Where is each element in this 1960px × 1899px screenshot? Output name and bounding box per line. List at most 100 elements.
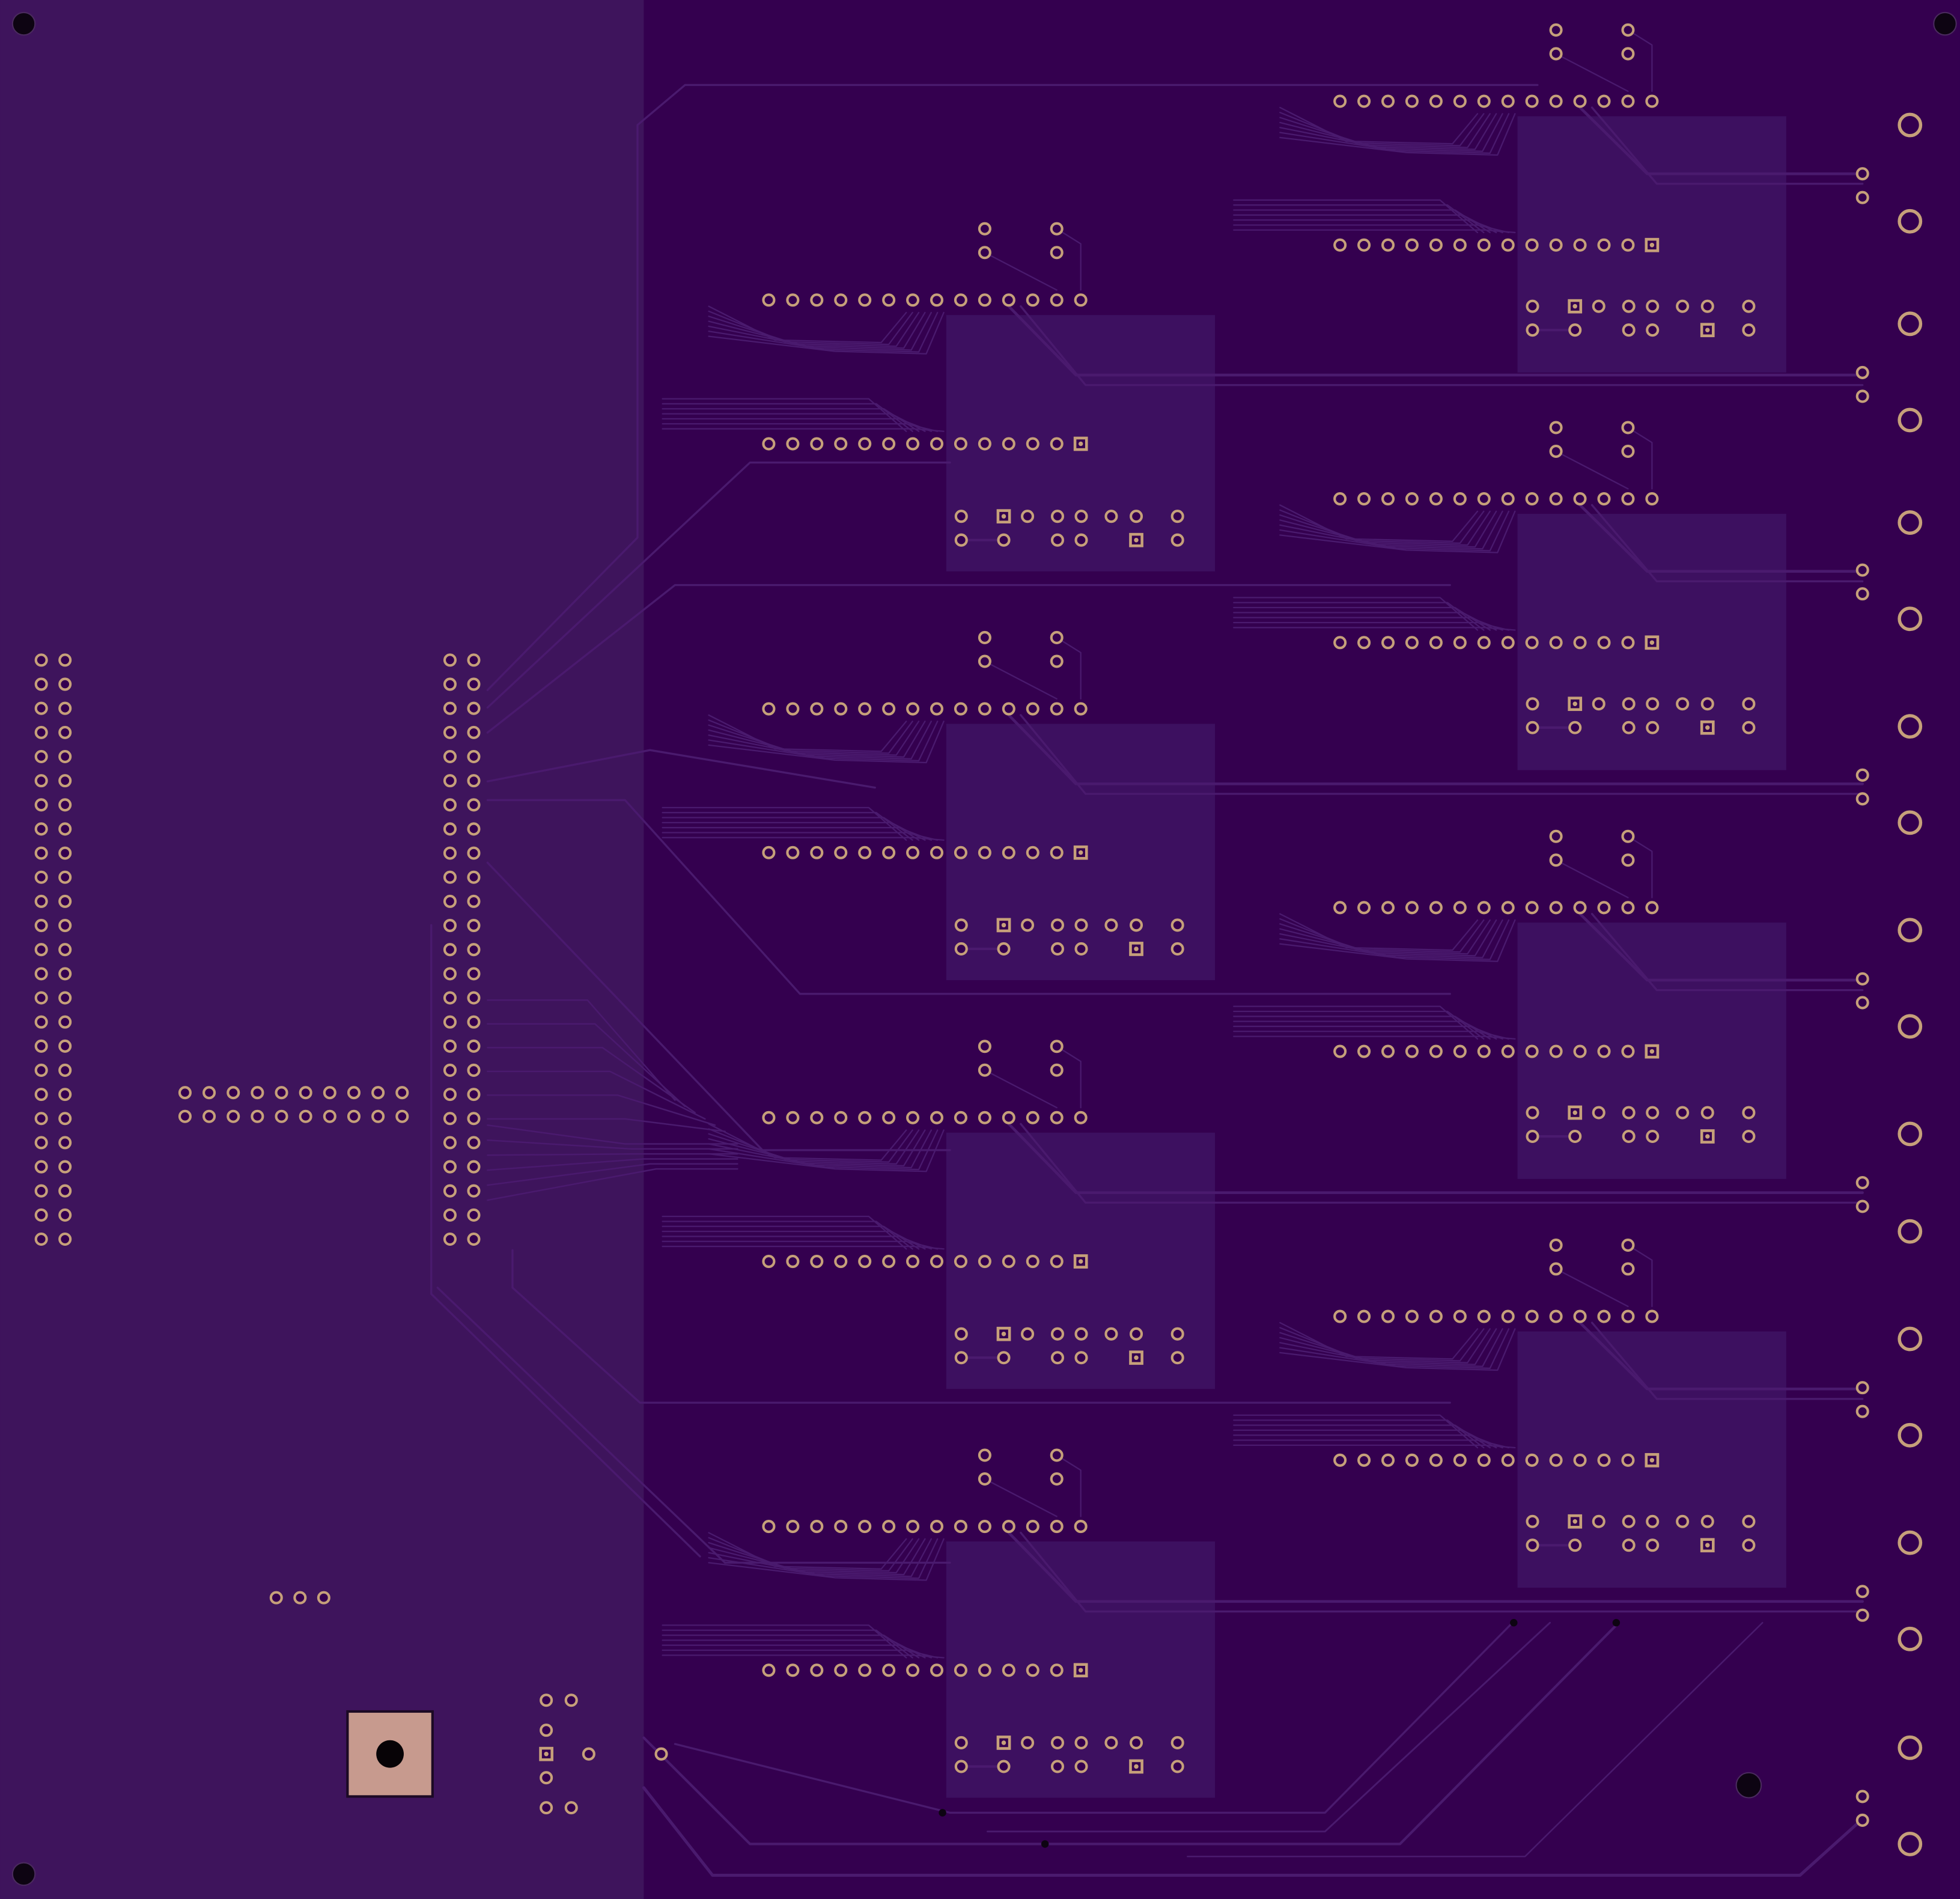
through-hole-pad-icon xyxy=(347,1109,361,1123)
through-hole-pad-icon xyxy=(443,919,457,933)
through-hole-pad-icon xyxy=(34,774,48,788)
through-hole-pad-icon xyxy=(762,437,776,451)
through-hole-pad-icon xyxy=(1501,1309,1515,1323)
through-hole-pad-icon xyxy=(1549,853,1563,867)
through-hole-pad-icon xyxy=(1525,901,1539,915)
via-icon xyxy=(1510,1619,1518,1627)
through-hole-pad-icon xyxy=(467,822,481,836)
through-hole-pad-icon xyxy=(1568,721,1582,734)
through-hole-pad-icon xyxy=(58,1136,72,1150)
through-hole-pad-icon xyxy=(1592,1106,1605,1120)
through-hole-pad-icon xyxy=(858,846,872,859)
through-hole-pad-icon xyxy=(1050,630,1064,644)
mounting-hole-icon xyxy=(11,1862,36,1886)
square-pad-drill xyxy=(1078,441,1083,447)
through-hole-pad-icon xyxy=(810,846,824,859)
through-hole-pad-icon xyxy=(1074,510,1088,523)
through-hole-pad-icon xyxy=(954,510,968,523)
through-hole-pad-icon xyxy=(443,943,457,957)
through-hole-pad-icon xyxy=(1676,299,1690,313)
through-hole-pad-icon xyxy=(1104,510,1118,523)
square-pad-drill xyxy=(1705,328,1710,332)
through-hole-pad-icon xyxy=(1568,323,1582,337)
through-hole-pad-icon xyxy=(1646,1129,1660,1144)
through-hole-pad-icon xyxy=(834,846,848,859)
through-hole-pad-icon xyxy=(1104,1736,1118,1749)
through-hole-pad-icon xyxy=(467,1136,481,1150)
through-hole-pad-icon xyxy=(1074,1520,1088,1534)
through-hole-pad-icon xyxy=(1597,1453,1611,1467)
through-hole-pad-icon xyxy=(564,1693,578,1707)
through-hole-pad-icon xyxy=(443,677,457,691)
through-hole-pad-icon xyxy=(1549,1309,1563,1323)
through-hole-pad-icon xyxy=(1573,901,1587,915)
through-hole-pad-icon xyxy=(58,870,72,884)
terminal-pad-icon xyxy=(1898,1422,1923,1448)
through-hole-pad-icon xyxy=(1026,1520,1039,1534)
via-icon xyxy=(1612,1619,1621,1627)
square-pad-drill xyxy=(1705,1543,1710,1548)
through-hole-pad-icon xyxy=(997,1760,1011,1773)
through-hole-pad-icon xyxy=(1645,492,1659,506)
through-hole-pad-icon xyxy=(1646,697,1660,711)
through-hole-pad-icon xyxy=(1477,492,1491,506)
through-hole-pad-icon xyxy=(34,725,48,739)
through-hole-pad-icon xyxy=(882,846,896,859)
through-hole-pad-icon xyxy=(930,1255,944,1269)
through-hole-pad-icon xyxy=(1549,94,1563,108)
mounting-hole-icon xyxy=(1933,11,1957,36)
through-hole-pad-icon xyxy=(34,798,48,812)
through-hole-pad-icon xyxy=(1357,238,1371,252)
through-hole-pad-icon xyxy=(443,653,457,667)
through-hole-pad-icon xyxy=(810,1520,824,1534)
through-hole-pad-icon xyxy=(978,1472,991,1486)
through-hole-pad-icon xyxy=(978,246,991,260)
through-hole-pad-icon xyxy=(1621,853,1635,867)
terminal-pad-icon xyxy=(1898,1735,1923,1760)
through-hole-pad-icon xyxy=(954,918,968,932)
through-hole-pad-icon xyxy=(1050,1760,1065,1773)
through-hole-pad-icon xyxy=(906,1520,920,1534)
through-hole-pad-icon xyxy=(834,293,848,307)
through-hole-pad-icon xyxy=(882,1255,896,1269)
through-hole-pad-icon xyxy=(467,1208,481,1222)
through-hole-pad-icon xyxy=(443,774,457,788)
through-hole-pad-icon xyxy=(1549,1044,1563,1058)
through-hole-pad-icon xyxy=(1104,918,1118,932)
through-hole-pad-icon xyxy=(1453,1044,1467,1058)
through-hole-pad-icon xyxy=(34,677,48,691)
through-hole-pad-icon xyxy=(1453,1453,1467,1467)
through-hole-pad-icon xyxy=(1477,1453,1491,1467)
through-hole-pad-icon xyxy=(58,1015,72,1029)
through-hole-pad-icon xyxy=(810,1111,824,1124)
through-hole-pad-icon xyxy=(1621,901,1635,915)
through-hole-pad-icon xyxy=(997,1351,1011,1365)
through-hole-pad-icon xyxy=(299,1109,312,1123)
through-hole-pad-icon xyxy=(1592,299,1605,313)
through-hole-pad-icon xyxy=(1170,533,1184,547)
through-hole-pad-icon xyxy=(1074,1760,1088,1773)
through-hole-pad-icon xyxy=(1357,636,1371,650)
through-hole-pad-icon xyxy=(1021,918,1035,932)
through-hole-pad-icon xyxy=(1050,1255,1064,1269)
through-hole-pad-icon xyxy=(1050,654,1064,668)
through-hole-pad-icon xyxy=(1525,1453,1539,1467)
through-hole-pad-icon xyxy=(978,1520,991,1534)
through-hole-pad-icon xyxy=(371,1086,385,1100)
through-hole-pad-icon xyxy=(1477,1309,1491,1323)
through-hole-pad-icon xyxy=(1525,1309,1539,1323)
through-hole-pad-icon xyxy=(906,437,920,451)
through-hole-pad-icon xyxy=(1621,94,1635,108)
through-hole-pad-icon xyxy=(1742,1129,1756,1144)
through-hole-pad-icon xyxy=(978,1111,991,1124)
through-hole-pad-icon xyxy=(34,1232,48,1246)
through-hole-pad-icon xyxy=(347,1086,361,1100)
through-hole-pad-icon xyxy=(858,1520,872,1534)
through-hole-pad-icon xyxy=(1501,94,1515,108)
terminal-pad-icon xyxy=(1898,510,1923,535)
through-hole-pad-icon xyxy=(1050,1472,1064,1486)
through-hole-pad-icon xyxy=(34,846,48,860)
through-hole-pad-icon xyxy=(467,725,481,739)
through-hole-pad-icon xyxy=(58,1160,72,1174)
through-hole-pad-icon xyxy=(1597,636,1611,650)
